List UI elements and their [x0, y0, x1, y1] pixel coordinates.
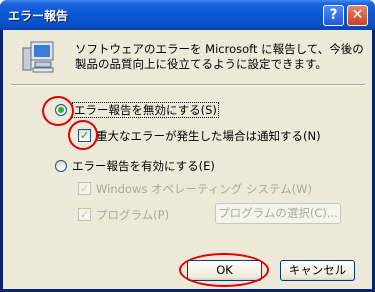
help-button[interactable]: ?: [323, 5, 344, 26]
windows-os-label[interactable]: Windows オペレーティング システム(W): [96, 181, 312, 197]
disable-reporting-label[interactable]: エラー報告を無効にする(S): [72, 102, 219, 118]
computer-icon: [22, 41, 54, 73]
notify-critical-label[interactable]: 重大なエラーが発生した場合は通知する(N): [96, 128, 321, 144]
disable-reporting-text: エラー報告を無効にする(S): [72, 102, 219, 118]
notify-critical-checkbox[interactable]: ✓: [78, 129, 91, 142]
enable-reporting-label[interactable]: エラー報告を有効にする(E): [72, 158, 215, 174]
divider: [11, 84, 365, 86]
title-bar[interactable]: エラー報告 ? ✕: [0, 0, 375, 30]
enable-reporting-radio[interactable]: [55, 160, 67, 172]
dialog-body: ソフトウェアのエラーを Microsoft に報告して、今後の製品の品質向上に役…: [3, 30, 372, 289]
ok-button[interactable]: OK: [187, 260, 262, 281]
programs-label[interactable]: プログラム(P): [96, 207, 169, 223]
cancel-button[interactable]: キャンセル: [280, 260, 355, 281]
intro-text: ソフトウェアのエラーを Microsoft に報告して、今後の製品の品質向上に役…: [75, 42, 364, 71]
choose-programs-button[interactable]: プログラムの選択(C)...: [215, 203, 341, 224]
error-reporting-dialog: エラー報告 ? ✕ ソフトウェアのエラーを Microsoft に報告して、今後…: [0, 0, 375, 292]
disable-reporting-radio[interactable]: [55, 104, 67, 116]
window-title: エラー報告: [8, 9, 69, 23]
programs-checkbox[interactable]: ✓: [78, 208, 91, 221]
windows-os-checkbox[interactable]: ✓: [78, 182, 91, 195]
close-button[interactable]: ✕: [347, 5, 368, 26]
